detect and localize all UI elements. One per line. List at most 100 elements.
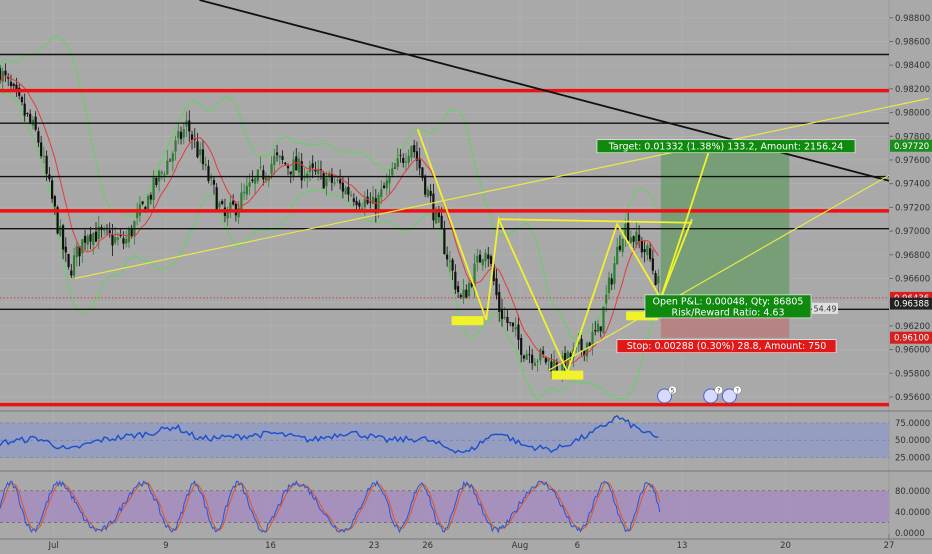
- time-tick-label: Aug: [512, 541, 529, 550]
- candle-body: [275, 152, 279, 156]
- rsi-tick-label: 25.0000: [895, 453, 930, 463]
- stochastic-tick-label: 80.0000: [895, 487, 930, 497]
- candle-body: [429, 190, 432, 196]
- candle-body: [517, 324, 520, 340]
- candle-body: [522, 355, 526, 359]
- stochastic-tick-label: 0.0000: [895, 529, 925, 539]
- candle-body: [70, 270, 73, 276]
- candle-body: [86, 236, 89, 245]
- candle-body: [37, 131, 40, 143]
- candle-body: [111, 234, 114, 246]
- price-tick-label: 0.96800: [895, 251, 930, 261]
- candle-body: [484, 252, 487, 262]
- candle-body: [215, 187, 218, 211]
- candle-body: [380, 188, 383, 198]
- price-marker-label: 0.96388: [894, 300, 929, 310]
- candle-body: [478, 254, 482, 263]
- candle-body: [424, 175, 427, 195]
- time-tick-label: 13: [677, 541, 688, 550]
- price-tick-label: 0.97200: [895, 203, 930, 213]
- candle-body: [426, 189, 430, 197]
- candle-body: [602, 306, 605, 334]
- candle-body: [396, 158, 399, 168]
- price-tick-label: 0.96000: [895, 346, 930, 356]
- candle-body: [657, 276, 660, 284]
- event-badge-text: ?: [736, 388, 739, 395]
- candle-body: [23, 103, 26, 116]
- candle-body: [391, 168, 394, 176]
- candle-body: [152, 177, 155, 201]
- candle-body: [528, 354, 531, 356]
- candle-body: [201, 149, 205, 165]
- candle-body: [514, 327, 517, 330]
- small-badge-text: 54.49: [814, 304, 837, 313]
- candle-body: [649, 248, 652, 260]
- candle-body: [511, 322, 515, 327]
- open-pnl-label-text: Open P&L: 0.00048, Qty: 86805: [653, 296, 804, 307]
- candle-body: [42, 155, 45, 157]
- candle-body: [199, 149, 202, 156]
- candle-body: [259, 166, 262, 168]
- candle-body: [207, 166, 210, 182]
- candle-body: [404, 161, 408, 163]
- candle-body: [147, 196, 150, 210]
- candle-body: [325, 178, 328, 187]
- candle-body: [75, 246, 78, 258]
- price-tick-label: 0.96200: [895, 322, 930, 332]
- candle-body: [292, 159, 295, 178]
- candle-body: [350, 195, 353, 196]
- price-tick-label: 0.98600: [895, 37, 930, 47]
- candle-body: [440, 215, 443, 230]
- candle-body: [467, 282, 471, 296]
- candle-body: [432, 193, 435, 221]
- candle-body: [89, 234, 92, 242]
- candle-body: [179, 131, 183, 140]
- event-badge-text: ?: [717, 388, 720, 395]
- candle-body: [29, 113, 32, 123]
- candle-body: [221, 201, 224, 204]
- candle-body: [212, 179, 216, 185]
- candle-body: [243, 191, 246, 194]
- candle-body: [481, 259, 484, 266]
- candle-body: [171, 153, 174, 162]
- candle-body: [360, 207, 364, 209]
- candle-body: [520, 338, 523, 355]
- chart-svg[interactable]: 0.988000.986000.984000.982000.980000.978…: [0, 0, 932, 551]
- candle-body: [53, 196, 56, 207]
- candle-body: [59, 225, 62, 236]
- candle-body: [149, 194, 152, 200]
- candle-body: [635, 231, 638, 246]
- candle-body: [278, 155, 281, 158]
- candle-body: [489, 256, 493, 264]
- candle-body: [352, 198, 355, 202]
- candle-body: [289, 171, 292, 175]
- candle-body: [155, 177, 158, 185]
- candle-body: [402, 157, 405, 163]
- candle-body: [210, 177, 213, 179]
- candle-body: [536, 360, 539, 362]
- candle-body: [446, 254, 449, 260]
- candle-body: [174, 140, 177, 152]
- candle-body: [621, 238, 624, 252]
- trading-chart[interactable]: 0.98800 0.98600 0.98400 0.98200 0.98000 0.978…: [0, 0, 932, 551]
- candle-body: [550, 361, 553, 372]
- candle-body: [596, 323, 600, 333]
- time-tick-label: 6: [575, 541, 580, 550]
- candle-body: [616, 246, 619, 265]
- candle-body: [585, 342, 589, 357]
- candle-body: [594, 329, 597, 332]
- candle-body: [94, 231, 98, 242]
- candle-body: [495, 278, 498, 296]
- candle-body: [533, 362, 536, 366]
- candle-body: [413, 145, 416, 153]
- candle-body: [64, 246, 67, 253]
- candle-body: [281, 156, 284, 160]
- candle-body: [448, 261, 451, 263]
- candle-body: [382, 185, 386, 189]
- time-tick-label: 9: [163, 541, 168, 550]
- candle-body: [388, 176, 391, 184]
- candle-body: [229, 202, 232, 210]
- candle-body: [256, 169, 259, 182]
- candle-body: [371, 196, 375, 204]
- candle-body: [407, 155, 410, 163]
